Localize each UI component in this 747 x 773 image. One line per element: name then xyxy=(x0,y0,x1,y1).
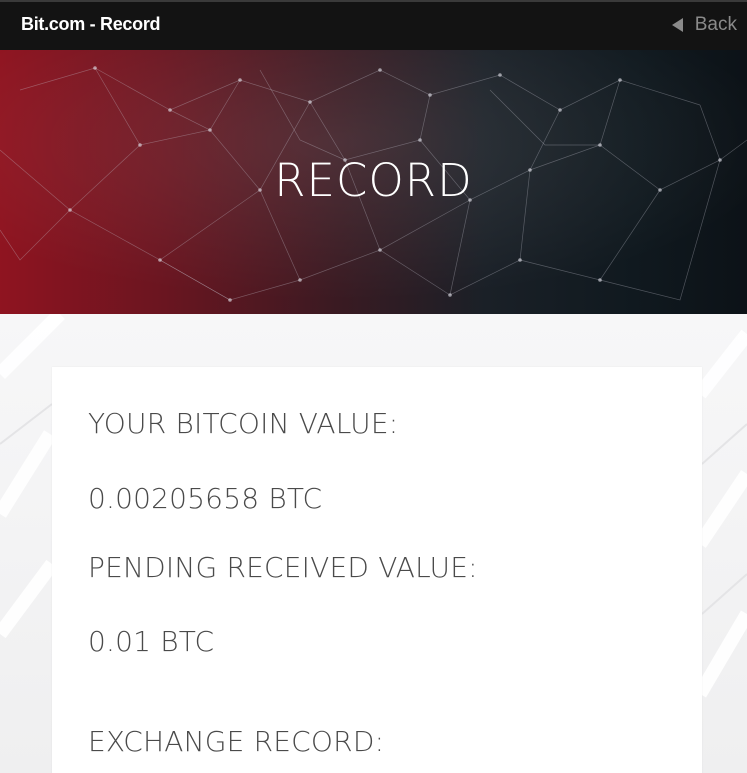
exchange-record-label: EXCHANGE RECORD: xyxy=(88,725,385,758)
app-title: Bit.com - Record xyxy=(21,14,161,34)
back-button[interactable]: Back xyxy=(671,14,737,36)
pending-value: 0.01 BTC xyxy=(88,625,215,658)
back-label: Back xyxy=(694,14,737,35)
bitcoin-value: 0.00205658 BTC xyxy=(88,482,323,515)
pending-value-label: PENDING RECEIVED VALUE: xyxy=(88,551,478,584)
top-bar: Bit.com - Record Back xyxy=(0,0,747,50)
record-card: YOUR BITCOIN VALUE: 0.00205658 BTC PENDI… xyxy=(52,367,702,773)
triangle-left-icon xyxy=(671,18,683,32)
page-title: RECORD xyxy=(274,154,473,207)
bitcoin-value-label: YOUR BITCOIN VALUE: xyxy=(88,407,399,440)
hero-banner: RECORD xyxy=(0,50,747,314)
